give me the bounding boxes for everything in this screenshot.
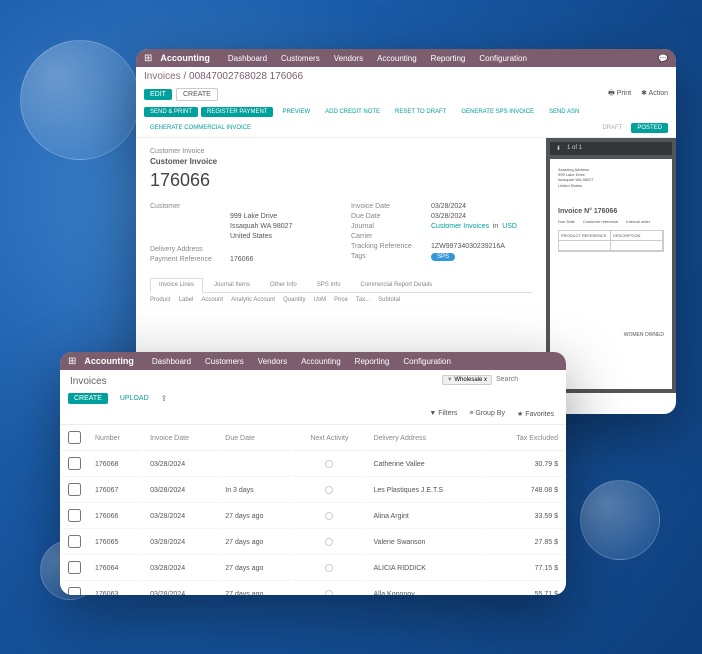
conversations-icon[interactable]: 💬	[658, 54, 668, 63]
activity-icon[interactable]	[325, 460, 333, 468]
nav-accounting[interactable]: Accounting	[377, 54, 417, 63]
table-row[interactable]: 17606303/28/202427 days agoAlla Kononov5…	[62, 583, 564, 595]
breadcrumb-detail: 00847002768028 176066	[189, 71, 303, 82]
create-button[interactable]: CREATE	[176, 88, 218, 101]
table-row[interactable]: 17606803/28/2024Catherine Vallee30.79 $	[62, 453, 564, 477]
preview-button[interactable]: PREVIEW	[276, 107, 316, 117]
invoice-number: 176066	[150, 170, 532, 191]
nav-reporting[interactable]: Reporting	[431, 54, 466, 63]
form-title: Customer Invoice	[150, 157, 532, 166]
tab-sps-info[interactable]: SPS Info	[308, 278, 350, 292]
add-credit-note-button[interactable]: ADD CREDIT NOTE	[319, 107, 386, 117]
nav-configuration[interactable]: Configuration	[403, 357, 451, 366]
activity-icon[interactable]	[325, 590, 333, 596]
status-posted: POSTED	[631, 123, 668, 133]
activity-icon[interactable]	[325, 486, 333, 494]
reset-to-draft-button[interactable]: RESET TO DRAFT	[389, 107, 452, 117]
upload-button[interactable]: UPLOAD	[114, 393, 155, 404]
nav-reporting[interactable]: Reporting	[355, 357, 390, 366]
search-input[interactable]	[496, 376, 556, 383]
topbar: ⊞ Accounting Dashboard Customers Vendors Ac…	[60, 352, 566, 370]
nav-customers[interactable]: Customers	[281, 54, 320, 63]
nav-accounting[interactable]: Accounting	[301, 357, 341, 366]
women-owned-badge: WOMEN OWNED	[558, 332, 664, 338]
download-icon[interactable]: ⬇	[556, 145, 561, 152]
pdf-preview-pane: ⬇1 of 1 Amazing Address999 Lake DriveIss…	[546, 138, 676, 393]
tag-pill[interactable]: SPS	[431, 253, 455, 261]
table-row[interactable]: 17606503/28/202427 days agoValerie Swans…	[62, 531, 564, 555]
search-filter-tag[interactable]: ▼ Wholesale x	[442, 375, 492, 385]
edit-button[interactable]: EDIT	[144, 89, 172, 100]
print-button[interactable]: 🖶 Print	[608, 89, 631, 100]
nav-vendors[interactable]: Vendors	[334, 54, 363, 63]
nav-vendors[interactable]: Vendors	[258, 357, 287, 366]
app-name[interactable]: Accounting	[160, 53, 210, 63]
send-asn-button[interactable]: SEND ASN	[543, 107, 585, 117]
remove-tag-icon[interactable]: x	[484, 377, 487, 383]
create-button[interactable]: CREATE	[68, 393, 108, 404]
groupby-button[interactable]: ≡ Group By	[469, 410, 505, 418]
page-indicator: 1 of 1	[567, 145, 582, 152]
apps-icon[interactable]: ⊞	[68, 356, 76, 367]
nav-customers[interactable]: Customers	[205, 357, 244, 366]
form-subtitle: Customer Invoice	[150, 148, 532, 155]
register-payment-button[interactable]: REGISTER PAYMENT	[201, 107, 273, 117]
nav-dashboard[interactable]: Dashboard	[228, 54, 267, 63]
tab-invoice-lines[interactable]: Invoice Lines	[150, 278, 203, 293]
row-checkbox[interactable]	[68, 587, 81, 595]
row-checkbox[interactable]	[68, 483, 81, 496]
generate-commercial-invoice-button[interactable]: GENERATE COMMERCIAL INVOICE	[144, 123, 257, 133]
action-button[interactable]: ✱ Action	[641, 89, 668, 100]
send-print-button[interactable]: SEND & PRINT	[144, 107, 198, 117]
activity-icon[interactable]	[325, 512, 333, 520]
topbar: ⊞ Accounting Dashboard Customers Vendors Ac…	[136, 49, 676, 67]
breadcrumb-root[interactable]: Invoices	[144, 71, 181, 82]
table-row[interactable]: 17606403/28/202427 days agoALICIA RIDDIC…	[62, 557, 564, 581]
row-checkbox[interactable]	[68, 509, 81, 522]
tab-journal-items[interactable]: Journal Items	[205, 278, 259, 292]
filters-button[interactable]: ▼ Filters	[429, 410, 457, 418]
status-draft: DRAFT	[596, 123, 628, 133]
app-name[interactable]: Accounting	[84, 356, 134, 366]
row-checkbox[interactable]	[68, 535, 81, 548]
activity-icon[interactable]	[325, 564, 333, 572]
row-checkbox[interactable]	[68, 457, 81, 470]
nav-dashboard[interactable]: Dashboard	[152, 357, 191, 366]
tab-commercial-report-details[interactable]: Commercial Report Details	[351, 278, 441, 292]
table-row[interactable]: 17606703/28/2024In 3 daysLes Plastiques …	[62, 479, 564, 503]
invoice-table: Number Invoice Date Due Date Next Activi…	[60, 425, 566, 595]
favorites-button[interactable]: ★ Favorites	[517, 410, 554, 418]
tab-other-info[interactable]: Other Info	[261, 278, 306, 292]
row-checkbox[interactable]	[68, 561, 81, 574]
select-all-checkbox[interactable]	[68, 431, 81, 444]
page-title: Invoices	[60, 370, 117, 389]
activity-icon[interactable]	[325, 538, 333, 546]
upload-icon[interactable]: ⇪	[161, 394, 168, 403]
apps-icon[interactable]: ⊞	[144, 53, 152, 64]
generate-sps-invoice-button[interactable]: GENERATE SPS INVOICE	[455, 107, 540, 117]
invoice-list-window: ⊞ Accounting Dashboard Customers Vendors Ac…	[60, 352, 566, 595]
table-row[interactable]: 17606603/28/202427 days agoAlina Argint3…	[62, 505, 564, 529]
preview-title: Invoice N° 176066	[558, 208, 664, 215]
nav-configuration[interactable]: Configuration	[479, 54, 527, 63]
breadcrumb: Invoices / 00847002768028 176066	[136, 67, 676, 86]
